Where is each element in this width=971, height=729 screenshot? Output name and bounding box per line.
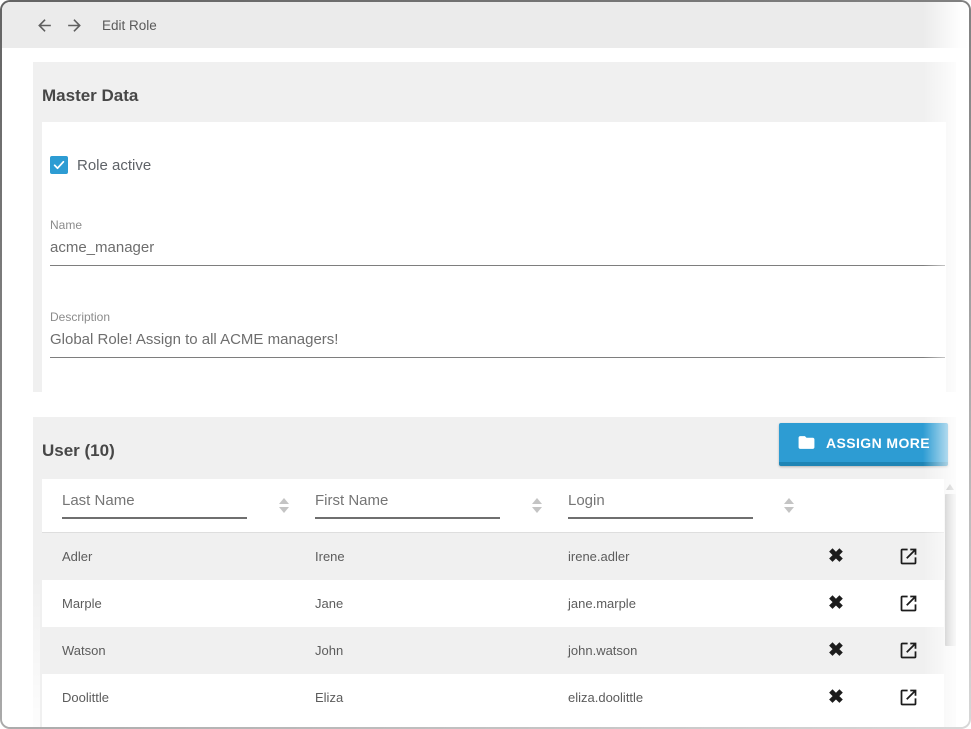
cell-last-name: Marple — [42, 596, 295, 611]
cell-login: irene.adler — [548, 549, 800, 564]
folder-icon — [797, 433, 816, 452]
assign-more-label: ASSIGN MORE — [826, 435, 930, 451]
name-field-group: Name acme_manager — [50, 218, 945, 266]
cell-last-name: Doolittle — [42, 690, 295, 705]
role-active-checkbox[interactable] — [50, 156, 68, 174]
table-scrollbar — [944, 479, 956, 729]
page-content: Master Data Role active Name acme_manage… — [33, 62, 956, 729]
role-active-row: Role active — [50, 156, 945, 174]
scrollbar-thumb[interactable] — [945, 494, 956, 646]
remove-user-icon[interactable]: ✖ — [828, 641, 844, 660]
remove-user-icon[interactable]: ✖ — [828, 688, 844, 707]
table-row: Doolittle Eliza eliza.doolittle ✖ — [42, 674, 944, 721]
login-filter-input[interactable]: Login — [568, 492, 753, 519]
user-table: Last Name First Name Login — [42, 479, 944, 729]
table-row: Adler Irene irene.adler ✖ — [42, 533, 944, 580]
open-user-icon[interactable] — [898, 687, 919, 708]
sort-icon[interactable] — [784, 498, 794, 513]
master-data-body: Role active Name acme_manager Descriptio… — [42, 122, 946, 392]
user-table-header: Last Name First Name Login — [42, 479, 944, 533]
user-card: User (10) ASSIGN MORE Last Name First Na… — [33, 417, 956, 729]
remove-user-icon[interactable]: ✖ — [828, 594, 844, 613]
section-gap — [33, 401, 956, 417]
user-table-wrap: Last Name First Name Login — [42, 479, 956, 729]
header-cell-login: Login — [548, 492, 800, 519]
check-icon — [52, 158, 66, 172]
header-cell-last-name: Last Name — [42, 492, 295, 519]
forward-arrow-icon[interactable] — [64, 15, 84, 35]
table-row-partial — [42, 721, 944, 729]
name-field-label: Name — [50, 218, 945, 232]
open-user-icon[interactable] — [898, 546, 919, 567]
first-name-filter-input[interactable]: First Name — [315, 492, 500, 519]
sort-icon[interactable] — [279, 498, 289, 513]
cell-first-name: Irene — [295, 549, 548, 564]
edit-role-window: Edit Role Master Data Role active Name a… — [0, 0, 971, 729]
toolbar: Edit Role — [2, 2, 969, 48]
cell-first-name: John — [295, 643, 548, 658]
remove-user-icon[interactable]: ✖ — [828, 547, 844, 566]
cell-first-name: Eliza — [295, 690, 548, 705]
cell-login: john.watson — [548, 643, 800, 658]
open-user-icon[interactable] — [898, 593, 919, 614]
header-cell-first-name: First Name — [295, 492, 548, 519]
description-field-label: Description — [50, 310, 945, 324]
role-active-label: Role active — [77, 157, 151, 174]
master-data-title: Master Data — [33, 62, 956, 122]
last-name-filter-input[interactable]: Last Name — [62, 492, 247, 519]
table-row: Marple Jane jane.marple ✖ — [42, 580, 944, 627]
back-arrow-icon[interactable] — [34, 15, 54, 35]
name-input[interactable]: acme_manager — [50, 239, 945, 266]
cell-first-name: Jane — [295, 596, 548, 611]
master-data-card: Master Data Role active Name acme_manage… — [33, 62, 956, 392]
assign-more-button[interactable]: ASSIGN MORE — [779, 423, 948, 466]
sort-icon[interactable] — [532, 498, 542, 513]
table-row: Watson John john.watson ✖ — [42, 627, 944, 674]
open-user-icon[interactable] — [898, 640, 919, 661]
cell-login: eliza.doolittle — [548, 690, 800, 705]
scroll-up-arrow-icon[interactable] — [946, 484, 954, 490]
cell-login: jane.marple — [548, 596, 800, 611]
page-title: Edit Role — [102, 18, 157, 33]
user-card-header: User (10) ASSIGN MORE — [33, 417, 956, 479]
cell-last-name: Watson — [42, 643, 295, 658]
description-field-group: Description Global Role! Assign to all A… — [50, 310, 945, 358]
cell-last-name: Adler — [42, 549, 295, 564]
description-input[interactable]: Global Role! Assign to all ACME managers… — [50, 331, 945, 358]
